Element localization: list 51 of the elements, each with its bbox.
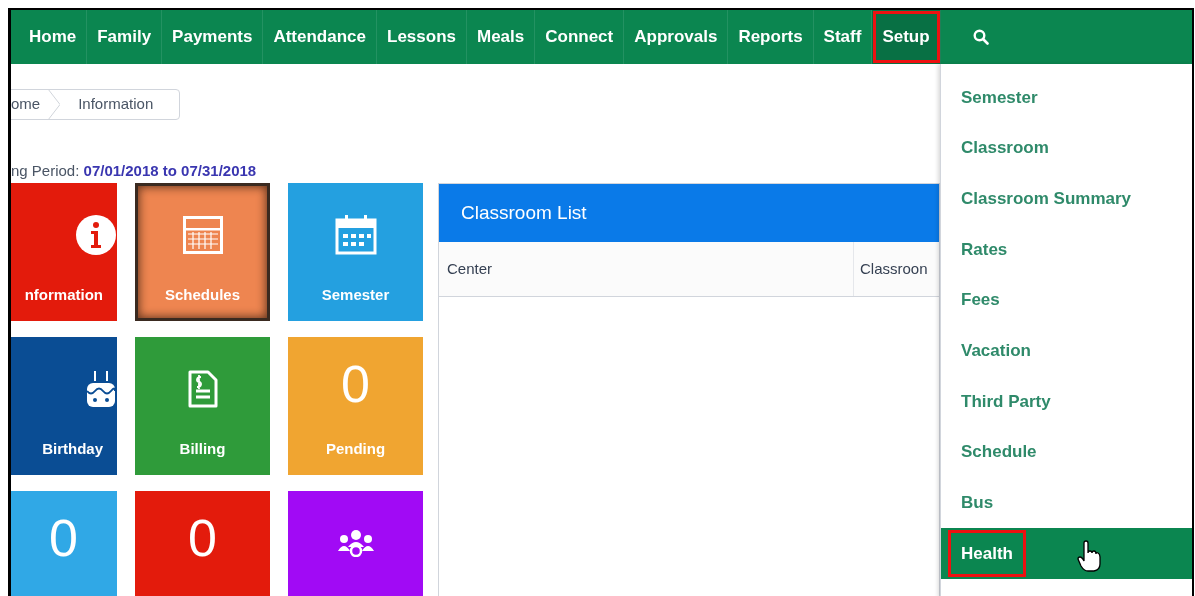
tile-label: Schedules bbox=[165, 285, 240, 305]
column-header: Center bbox=[439, 242, 854, 296]
nav-tab[interactable]: Reports bbox=[728, 10, 814, 64]
menu-item[interactable]: Bus bbox=[941, 477, 1192, 529]
dashboard-tile[interactable]: Birthday bbox=[11, 337, 117, 475]
menu-item[interactable]: Rates bbox=[941, 224, 1192, 275]
dashboard-tile[interactable]: 0 bbox=[11, 491, 117, 596]
nav-tab[interactable]: Lessons bbox=[377, 10, 467, 64]
tile-label: Pending bbox=[325, 439, 386, 459]
breadcrumb-link[interactable]: ome bbox=[11, 93, 55, 116]
nav-tab[interactable]: Payments bbox=[162, 10, 264, 64]
dashboard-tile[interactable]: nformation bbox=[11, 183, 117, 321]
column-header: Classroon bbox=[859, 258, 928, 279]
tile-count: 0 bbox=[341, 359, 370, 411]
dashboard-tile[interactable]: Semester bbox=[288, 183, 423, 321]
tile-count: 0 bbox=[188, 513, 217, 565]
tile-label: Birthday bbox=[42, 439, 104, 459]
hand-cursor-icon bbox=[1077, 540, 1101, 573]
dashboard-tile[interactable]: Schedules bbox=[135, 183, 270, 321]
nav-tab[interactable]: Family bbox=[87, 10, 163, 64]
nav-tab[interactable]: Approvals bbox=[624, 10, 729, 64]
menu-item[interactable]: Classroom Summary bbox=[941, 173, 1192, 225]
nav-tab[interactable]: Attendance bbox=[263, 10, 377, 64]
period-text: ng Period: 07/01/2018 to 07/31/2018 bbox=[11, 161, 258, 180]
menu-item[interactable]: Fees bbox=[941, 274, 1192, 326]
nav-tab[interactable]: Connect bbox=[535, 10, 625, 64]
breadcrumb-item: Information bbox=[77, 94, 155, 115]
menu-item[interactable]: Vacation bbox=[941, 325, 1192, 377]
search-icon[interactable] bbox=[972, 29, 989, 45]
tile-count: 0 bbox=[49, 513, 78, 565]
calendar-icon bbox=[334, 215, 377, 255]
invoice-icon bbox=[186, 369, 219, 409]
menu-item[interactable]: Classroom bbox=[941, 122, 1192, 174]
panel-title: Classroom List bbox=[439, 184, 939, 242]
menu-item[interactable]: Health bbox=[941, 528, 1192, 579]
menu-item[interactable]: Schedule bbox=[941, 426, 1192, 478]
birthday-cake-icon bbox=[85, 369, 117, 409]
menu-item[interactable]: Third Party bbox=[941, 376, 1192, 427]
calendar-icon bbox=[182, 216, 223, 254]
tile-label: Semester bbox=[321, 285, 390, 305]
dashboard-tile[interactable]: 0 bbox=[135, 491, 270, 596]
menu-item[interactable]: Semester bbox=[941, 72, 1192, 123]
info-icon bbox=[75, 214, 117, 256]
tile-label: nformation bbox=[24, 285, 104, 305]
dashboard-tile[interactable] bbox=[288, 491, 423, 596]
nav-tab[interactable]: Setup bbox=[872, 10, 941, 64]
tile-label: Billing bbox=[179, 439, 226, 459]
nav-tab[interactable]: Meals bbox=[467, 10, 536, 64]
people-group-icon bbox=[335, 529, 376, 557]
nav-tab[interactable]: Home bbox=[19, 10, 88, 64]
dashboard-tile[interactable]: Billing bbox=[135, 337, 270, 475]
